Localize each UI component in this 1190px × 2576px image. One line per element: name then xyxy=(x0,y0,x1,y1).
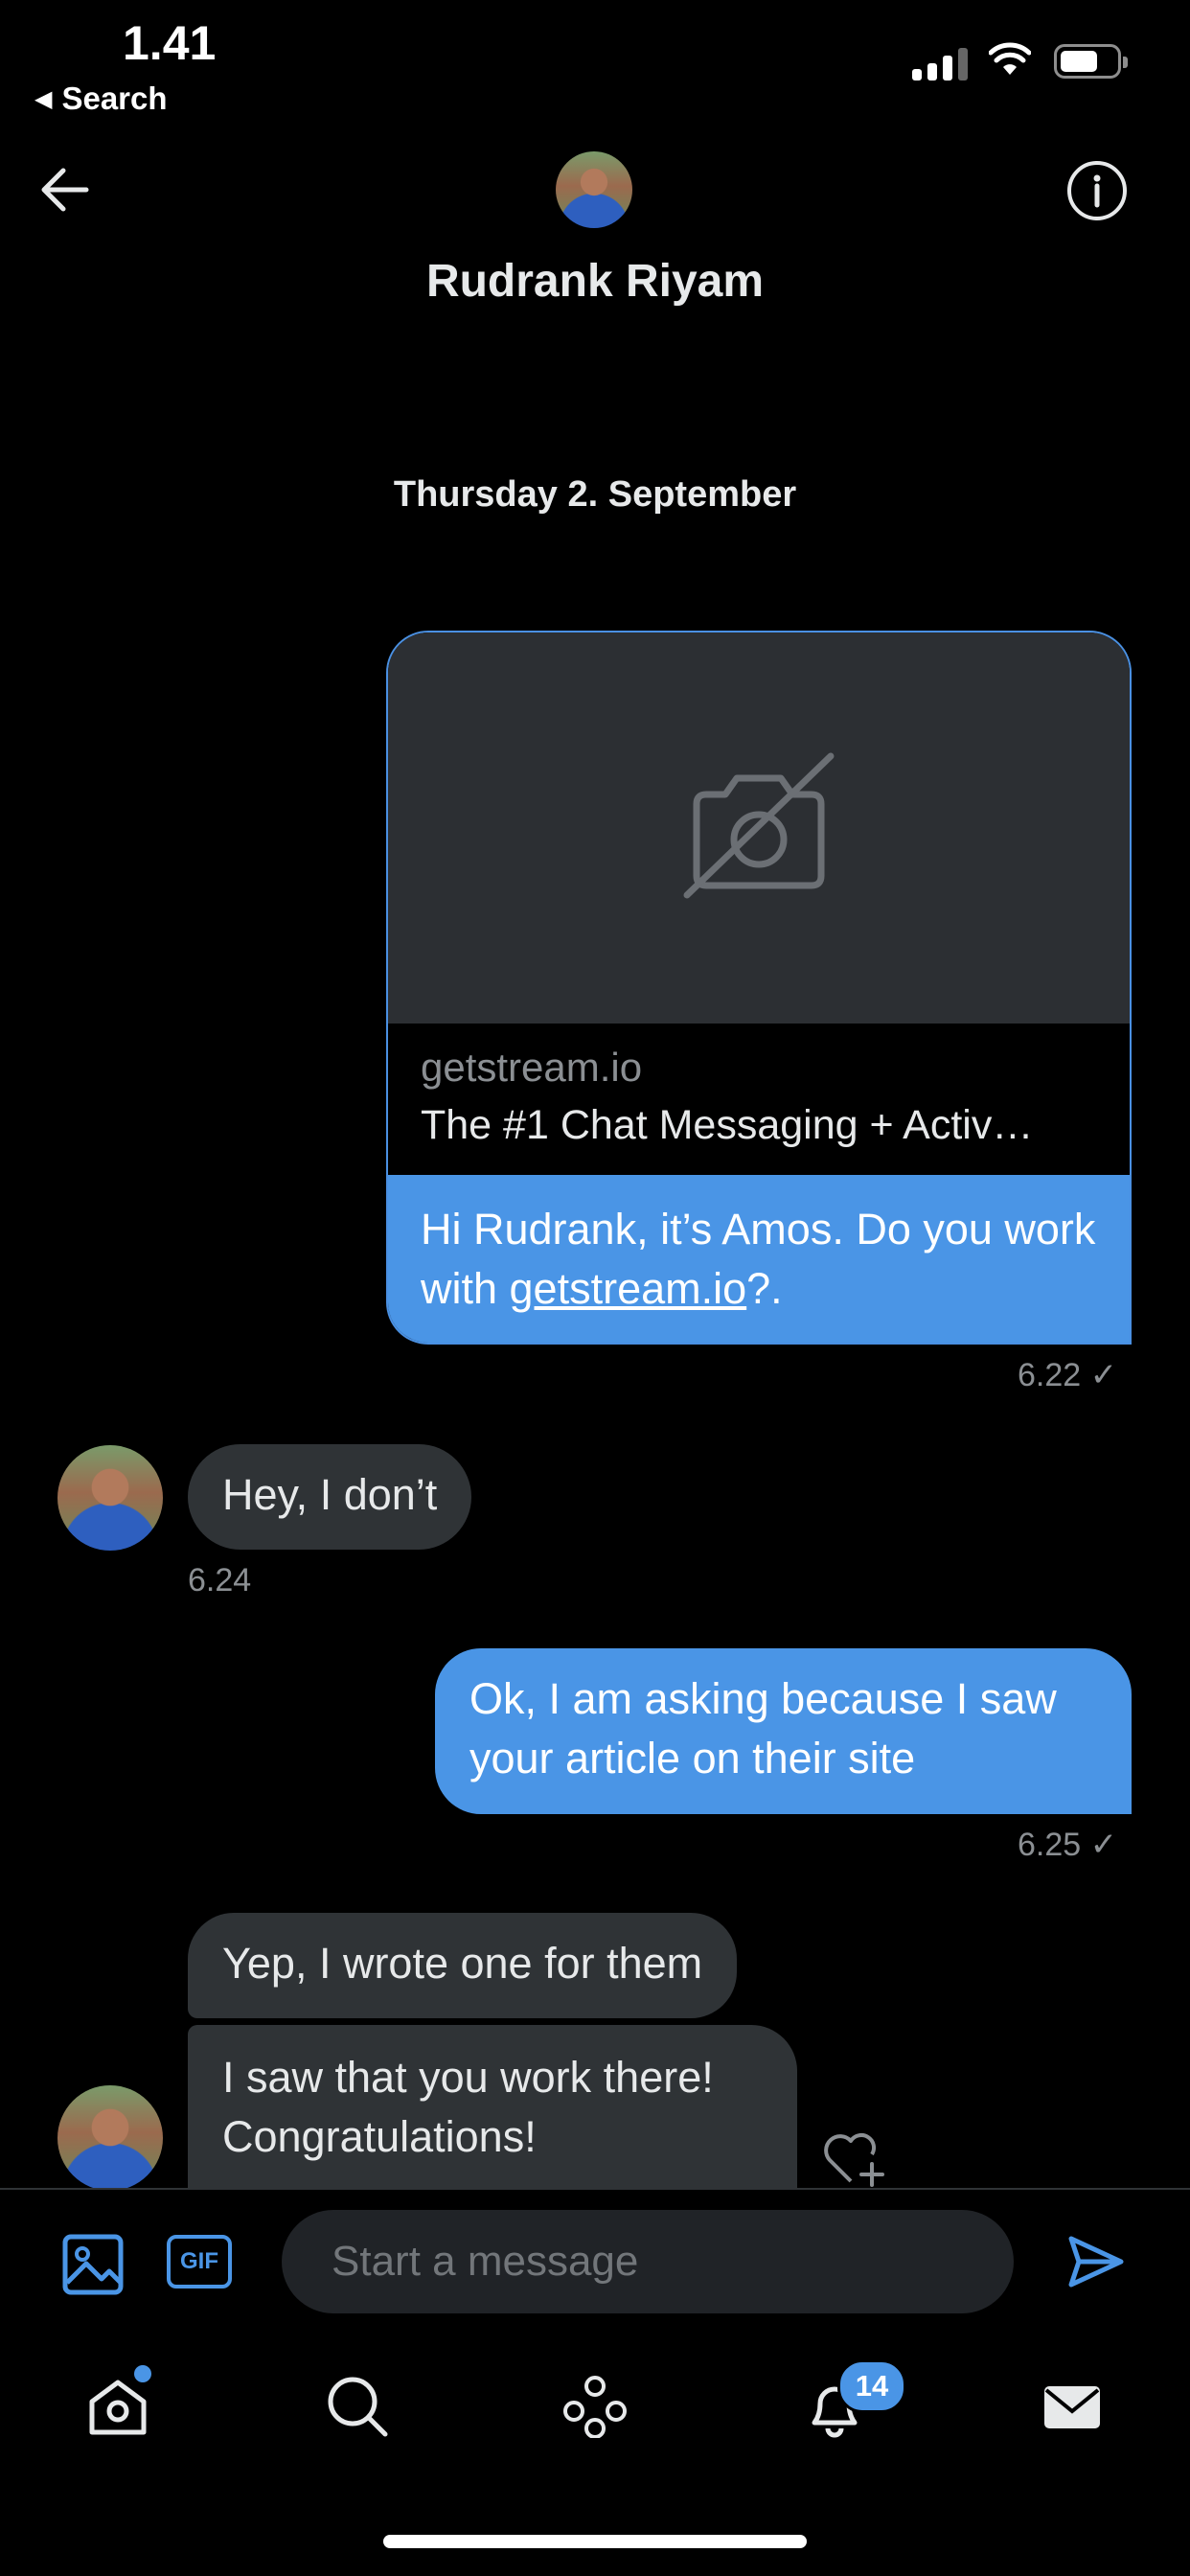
messages-envelope-icon[interactable] xyxy=(1041,2375,1104,2438)
search-icon[interactable] xyxy=(326,2375,389,2438)
outgoing-message-text: Hi Rudrank, it’s Amos. Do you work with … xyxy=(388,1175,1130,1343)
outgoing-message-bubble[interactable]: Ok, I am asking because I saw your artic… xyxy=(435,1648,1132,1814)
incoming-message-bubble[interactable]: I saw that you work there! Congratulatio… xyxy=(188,2025,797,2188)
link-preview-image xyxy=(388,632,1130,1024)
link-preview-title: The #1 Chat Messaging + Activ… xyxy=(421,1102,1034,1148)
message-text-suffix: ?. xyxy=(746,1264,783,1313)
message-link[interactable]: getstream.io xyxy=(510,1264,747,1313)
date-separator: Thursday 2. September xyxy=(393,474,797,515)
send-icon[interactable] xyxy=(1067,2235,1125,2288)
home-indicator[interactable] xyxy=(383,2535,807,2548)
back-triangle-icon: ◀ xyxy=(34,85,53,112)
battery-icon xyxy=(1054,44,1128,79)
gif-button[interactable]: GIF xyxy=(167,2235,232,2288)
home-unread-dot xyxy=(134,2365,151,2382)
incoming-message-bubble[interactable]: Yep, I wrote one for them xyxy=(188,1913,738,2018)
info-icon[interactable] xyxy=(1065,159,1129,222)
sender-avatar[interactable] xyxy=(57,1445,163,1551)
sender-avatar[interactable] xyxy=(57,2085,163,2191)
image-attach-icon[interactable] xyxy=(61,2233,125,2296)
message-timestamp: 6.22 ✓ xyxy=(1018,1357,1118,1393)
message-input[interactable]: Start a message xyxy=(282,2210,1014,2313)
home-icon[interactable] xyxy=(84,2375,151,2438)
contact-avatar[interactable] xyxy=(556,151,632,228)
cellular-signal-icon xyxy=(912,48,968,80)
wifi-icon xyxy=(989,42,1031,75)
link-preview-domain: getstream.io xyxy=(421,1045,643,1090)
react-heart-plus-icon[interactable] xyxy=(820,2126,889,2189)
composer-divider xyxy=(0,2188,1190,2190)
status-time: 1.41 xyxy=(123,16,217,70)
image-unavailable-icon xyxy=(683,752,835,899)
incoming-message-bubble[interactable]: Hey, I don’t xyxy=(188,1444,472,1550)
back-to-search-label: Search xyxy=(61,80,168,116)
spaces-icon[interactable] xyxy=(563,2375,627,2438)
back-to-search-link[interactable]: ◀ Search xyxy=(34,80,168,117)
notifications-badge: 14 xyxy=(837,2359,906,2413)
message-timestamp: 6.25 ✓ xyxy=(1018,1827,1118,1863)
contact-name[interactable]: Rudrank Riyam xyxy=(0,255,1190,308)
message-timestamp: 6.24 xyxy=(188,1562,252,1598)
link-preview-card[interactable]: getstream.io The #1 Chat Messaging + Act… xyxy=(386,631,1132,1345)
back-arrow-icon[interactable] xyxy=(38,163,92,217)
